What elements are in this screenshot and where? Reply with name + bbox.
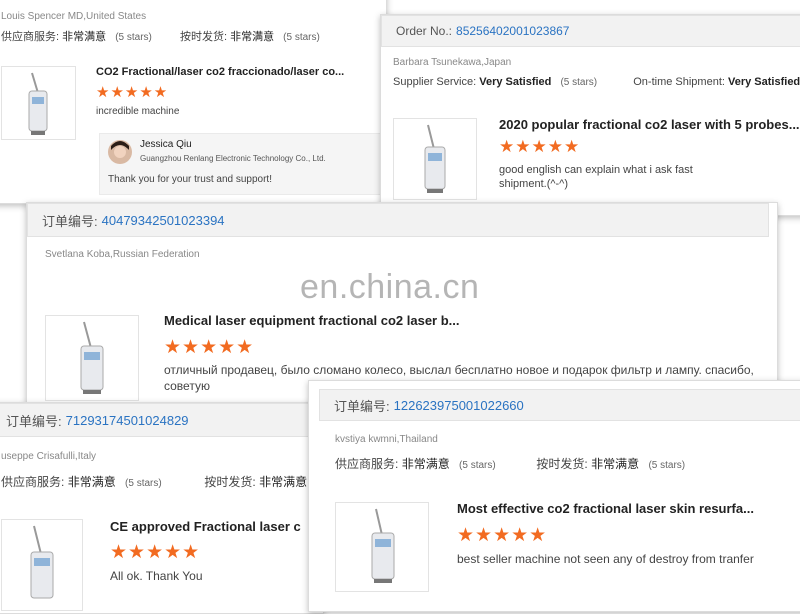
buyer-name: kvstiya kwmni,Thailand	[335, 434, 438, 445]
order-bar: Order No.: 85256402001023867	[381, 15, 800, 47]
laser-machine-icon	[371, 508, 395, 583]
rating-stars: ★★★★★	[110, 542, 201, 563]
buyer-name: Barbara Tsunekawa,Japan	[393, 57, 512, 68]
supplier-service-value: 非常满意	[62, 31, 107, 43]
rating-stars: ★★★★★	[457, 525, 548, 546]
supplier-service-label: 供应商服务:	[1, 31, 60, 43]
product-thumbnail[interactable]	[1, 66, 76, 140]
order-label: Order No.:	[396, 24, 453, 38]
order-number-link[interactable]: 71293174501024829	[66, 413, 189, 428]
rating-stars: ★★★★★	[164, 337, 255, 358]
review-comment: good english can explain what i ask fast…	[499, 164, 693, 190]
product-title[interactable]: CO2 Fractional/laser co2 fraccionado/las…	[96, 66, 344, 78]
buyer-name: Svetlana Koba,Russian Federation	[45, 249, 200, 260]
ratings-row: 供应商服务: 非常满意 (5 stars) 按时发货: 非常满意 (5 star…	[335, 455, 685, 472]
supplier-service-label: Supplier Service:	[393, 76, 477, 88]
order-label: 订单编号:	[334, 398, 390, 414]
order-bar: 订单编号: 71293174501024829	[0, 403, 323, 437]
buyer-name: Louis Spencer MD,United States	[1, 11, 147, 22]
product-thumbnail[interactable]	[335, 502, 429, 592]
seller-reply: Jessica Qiu Guangzhou Renlang Electronic…	[99, 133, 381, 195]
shipment-value: 非常满意	[591, 457, 640, 471]
reply-company: Guangzhou Renlang Electronic Technology …	[140, 154, 326, 163]
supplier-service-label: 供应商服务:	[335, 457, 399, 471]
supplier-service-value: 非常满意	[67, 475, 116, 489]
product-title[interactable]: Most effective co2 fractional laser skin…	[457, 501, 754, 516]
order-number-link[interactable]: 40479342501023394	[102, 213, 225, 228]
product-thumbnail[interactable]	[1, 519, 83, 611]
product-thumbnail[interactable]	[45, 315, 139, 401]
shipment-label: 按时发货:	[536, 457, 588, 471]
review-comment: All ok. Thank You	[110, 569, 203, 583]
shipment-value: 非常满意	[259, 475, 308, 489]
product-thumbnail[interactable]	[393, 118, 477, 200]
watermark-text: en.china.cn	[300, 268, 480, 306]
supplier-service-stars: (5 stars)	[459, 460, 496, 471]
reply-name: Jessica Qiu	[140, 139, 192, 150]
review-card-1: Louis Spencer MD,United States 供应商服务: 非常…	[0, 0, 387, 204]
order-label: 订单编号:	[6, 413, 62, 429]
product-title[interactable]: 2020 popular fractional co2 laser with 5…	[499, 117, 800, 132]
supplier-service-stars: (5 stars)	[125, 478, 162, 489]
shipment-value: Very Satisfied	[728, 76, 800, 88]
review-card-4: 订单编号: 71293174501024829 useppe Crisafull…	[0, 402, 324, 614]
reply-text: Thank you for your trust and support!	[108, 174, 272, 185]
supplier-service-value: Very Satisfied	[479, 76, 552, 88]
ratings-row: Supplier Service: Very Satisfied (5 star…	[393, 76, 800, 88]
review-comment: incredible machine	[96, 106, 180, 117]
review-comment: best seller machine not seen any of dest…	[457, 552, 754, 566]
shipment-value: 非常满意	[230, 31, 275, 43]
shipment-label: On-time Shipment:	[633, 76, 725, 88]
laser-machine-icon	[80, 321, 104, 394]
laser-machine-icon	[30, 525, 54, 599]
order-bar: 订单编号: 40479342501023394	[27, 203, 769, 237]
laser-machine-icon	[28, 72, 48, 135]
product-title[interactable]: Medical laser equipment fractional co2 l…	[164, 313, 460, 328]
laser-machine-icon	[424, 124, 446, 193]
review-card-5: 订单编号: 122623975001022660 kvstiya kwmni,T…	[308, 380, 800, 612]
rating-stars: ★★★★★	[96, 84, 169, 101]
shipment-label: 按时发货:	[179, 31, 228, 43]
shipment-stars: (5 stars)	[283, 32, 320, 43]
shipment-label: 按时发货:	[204, 475, 256, 489]
product-title[interactable]: CE approved Fractional laser c	[110, 519, 301, 534]
supplier-service-stars: (5 stars)	[560, 77, 598, 88]
buyer-name: useppe Crisafulli,Italy	[1, 451, 97, 462]
supplier-service-label: 供应商服务:	[1, 475, 65, 489]
order-number-link[interactable]: 122623975001022660	[394, 398, 524, 413]
ratings-row: 供应商服务: 非常满意 (5 stars) 按时发货: 非常满意	[1, 473, 307, 490]
order-label: 订单编号:	[42, 213, 98, 229]
order-number-link[interactable]: 85256402001023867	[456, 24, 569, 38]
rating-stars: ★★★★★	[499, 137, 581, 156]
order-bar: 订单编号: 122623975001022660	[319, 389, 800, 421]
ratings-row: 供应商服务: 非常满意 (5 stars) 按时发货: 非常满意 (5 star…	[1, 28, 320, 44]
review-card-2: Order No.: 85256402001023867 Barbara Tsu…	[380, 14, 800, 216]
avatar-icon	[108, 140, 132, 164]
supplier-service-stars: (5 stars)	[115, 32, 152, 43]
supplier-service-value: 非常满意	[401, 457, 450, 471]
shipment-stars: (5 stars)	[648, 460, 686, 471]
